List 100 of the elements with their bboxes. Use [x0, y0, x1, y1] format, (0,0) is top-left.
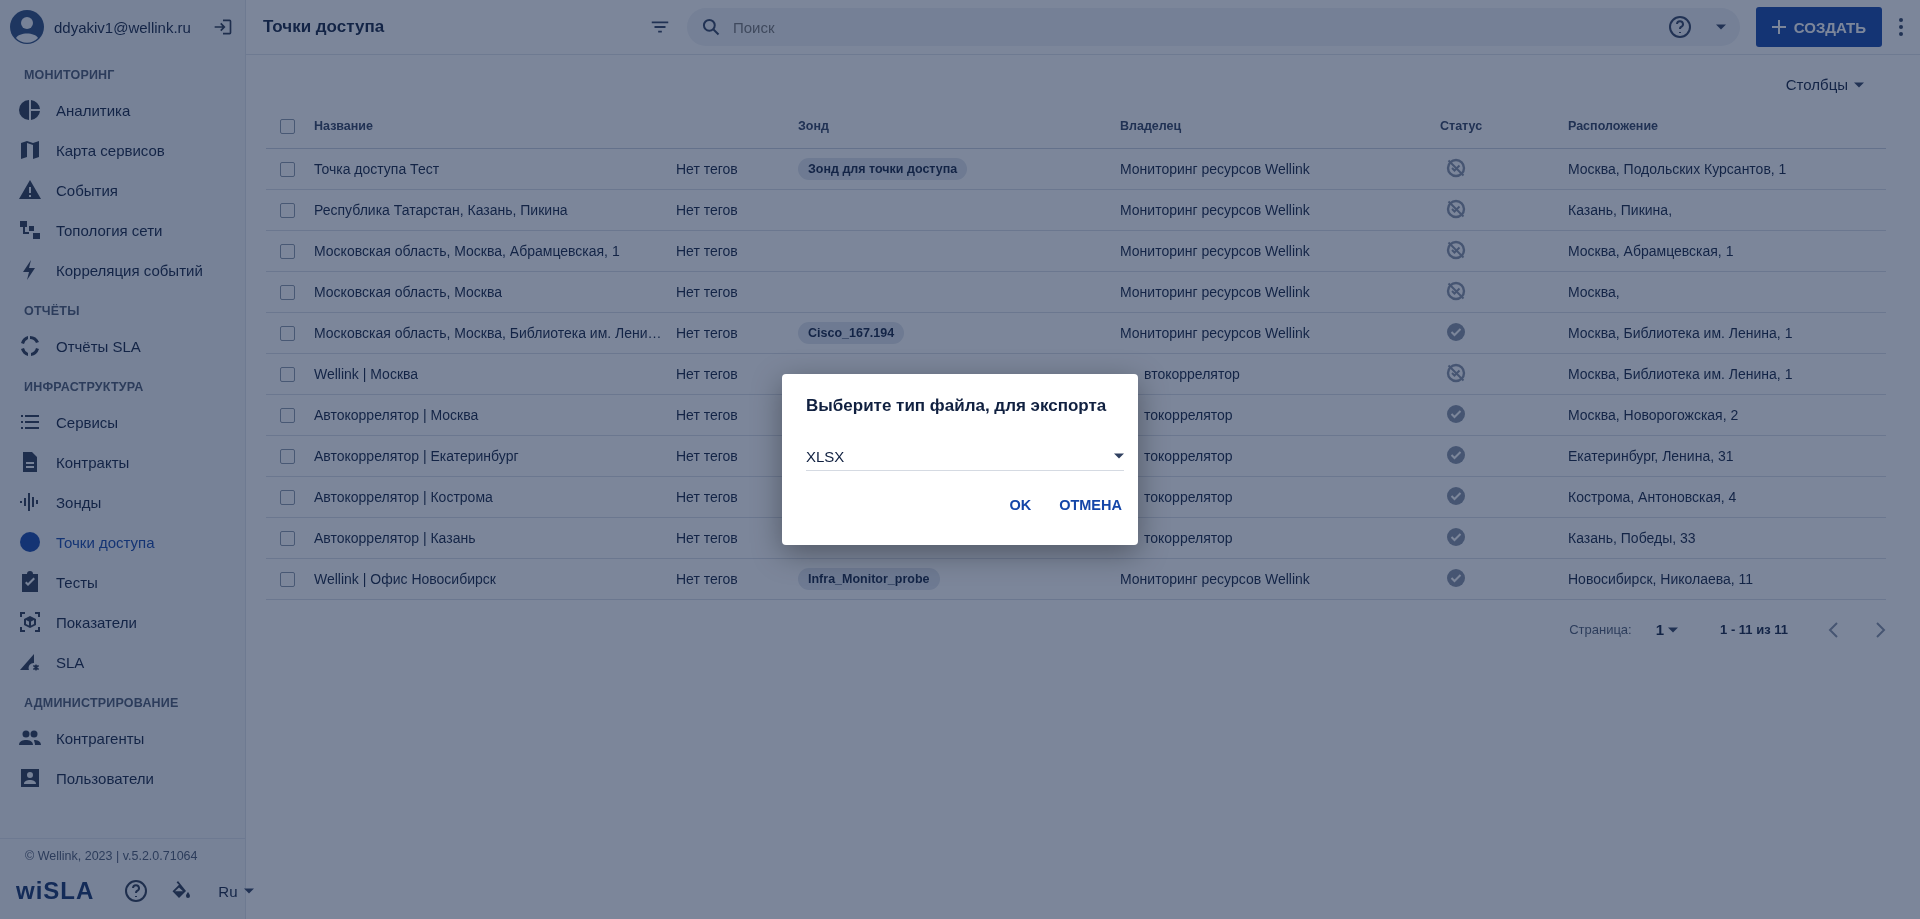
columns-dropdown[interactable]: Столбцы	[1779, 75, 1870, 94]
table-cell-text: Точка доступа Тест	[314, 161, 441, 177]
table-cell-text: Нет тегов	[676, 448, 739, 464]
table-cell-text: Казань, Пикина,	[1568, 202, 1674, 218]
dropdown-caret-icon	[1114, 453, 1124, 459]
table-cell-text: Москва, Абрамцевская, 1	[1568, 243, 1735, 259]
language-dropdown[interactable]: Ru	[212, 881, 260, 901]
sidebar-item[interactable]: Отчёты SLA	[0, 326, 245, 366]
sidebar-item[interactable]: Контракты	[0, 442, 245, 482]
avatar-icon[interactable]	[10, 10, 44, 44]
page-range: 1 - 11 из 11	[1720, 622, 1788, 637]
search-bar[interactable]: Поиск	[687, 8, 1740, 46]
row-checkbox[interactable]	[280, 325, 295, 341]
more-options-icon[interactable]	[1898, 17, 1904, 37]
table-cell-text: токоррелятор	[1143, 448, 1233, 464]
column-header[interactable]: Расположение	[1568, 119, 1886, 133]
table-cell-text: Wellink | Москва	[314, 366, 420, 382]
row-checkbox[interactable]	[280, 366, 295, 382]
section-heading: ОТЧЁТЫ	[23, 303, 81, 320]
table-cell: Мониторинг ресурсов Wellink	[1120, 325, 1310, 341]
table-cell-text: Нет тегов	[676, 407, 739, 423]
page-title: Точки доступа	[263, 17, 386, 37]
create-button[interactable]: СОЗДАТЬ	[1755, 7, 1882, 47]
table-cell-text: Нет тегов	[676, 161, 739, 177]
ring-icon	[18, 334, 42, 358]
search-field[interactable]: Поиск	[731, 17, 1658, 37]
pie-chart-icon	[18, 98, 42, 122]
row-checkbox[interactable]	[280, 407, 295, 423]
sidebar-item[interactable]: SLA	[0, 642, 245, 682]
search-icon	[701, 17, 721, 37]
table-cell-text: Нет тегов	[676, 530, 739, 546]
probe-tag: Infra_Monitor_probe	[798, 568, 940, 590]
chevron-left-icon[interactable]	[1828, 621, 1840, 638]
row-checkbox[interactable]	[280, 284, 295, 300]
file-type-select[interactable]: XLSX	[806, 442, 1124, 471]
warning-icon	[18, 178, 42, 202]
sidebar-item[interactable]: Корреляция событий	[0, 250, 245, 290]
sidebar-item[interactable]: Тесты	[0, 562, 245, 602]
table-cell: Мониторинг ресурсов Wellink	[1120, 284, 1310, 300]
dialog-button[interactable]: OK	[1007, 493, 1034, 517]
sidebar-item[interactable]: Точки доступа	[0, 522, 245, 562]
page-dropdown[interactable]: 1	[1649, 620, 1685, 639]
row-checkbox[interactable]	[280, 161, 295, 177]
row-checkbox[interactable]	[280, 202, 295, 218]
sidebar-item[interactable]: Сервисы	[0, 402, 245, 442]
help-icon[interactable]	[124, 879, 149, 903]
table-cell-text: Автокоррелятор | Екатеринбург	[314, 448, 520, 464]
table-cell-text: Москва, Подольских Курсантов, 1	[1568, 161, 1788, 177]
table-cell-text: Автокоррелятор | Москва	[314, 407, 480, 423]
table-cell-text: Московская область, Москва, Библиотека им. Лени…	[314, 325, 663, 341]
logo: wiSLA	[16, 877, 95, 905]
table-cell-text: Москва, Библиотека им. Ленина, 1	[1568, 366, 1794, 382]
sidebar-item[interactable]: Карта сервисов	[0, 130, 245, 170]
copyright-text: © Wellink, 2023 | v.5.2.0.71064	[0, 838, 245, 873]
column-header[interactable]: Зонд	[798, 119, 1120, 133]
caret-icon	[243, 888, 254, 894]
table-cell-text: Екатеринбург, Ленина, 31	[1568, 448, 1735, 464]
sidebar-item[interactable]: Топология сети	[0, 210, 245, 250]
table-cell-text: Новосибирск, Николаева, 11	[1568, 571, 1755, 587]
sidebar-item[interactable]: Показатели	[0, 602, 245, 642]
table-cell-text: Кострома, Антоновская, 4	[1568, 489, 1738, 505]
table-cell-text: Нет тегов	[676, 366, 739, 382]
sidebar-item[interactable]: Пользователи	[0, 758, 245, 798]
row-checkbox[interactable]	[280, 448, 295, 464]
table-cell-text: Wellink | Офис Новосибирск	[314, 571, 497, 587]
table-cell-text: Нет тегов	[676, 202, 739, 218]
sidebar-item[interactable]: Зонды	[0, 482, 245, 522]
help-icon[interactable]	[1667, 15, 1692, 39]
logout-icon[interactable]	[213, 17, 233, 37]
circle-icon	[18, 530, 42, 554]
table-cell-text: Нет тегов	[676, 571, 739, 587]
row-checkbox[interactable]	[280, 530, 295, 546]
row-checkbox[interactable]	[280, 243, 295, 259]
select-all-checkbox[interactable]	[280, 118, 295, 134]
caret-icon	[1668, 626, 1679, 633]
sidebar-item[interactable]: События	[0, 170, 245, 210]
table-cell-text: Московская область, Москва, Абрамцевская, 1	[314, 243, 621, 259]
table-cell-text: Москва, Новорогожская, 2	[1568, 407, 1740, 423]
column-header[interactable]: Статус	[1440, 119, 1568, 133]
table-cell-text: токоррелятор	[1143, 530, 1233, 546]
probe-tag: Зонд для точки доступа	[798, 158, 968, 180]
section-heading: МОНИТОРИНГ	[23, 67, 116, 84]
map-icon	[18, 138, 42, 162]
row-checkbox[interactable]	[280, 571, 295, 587]
chevron-right-icon[interactable]	[1874, 621, 1886, 638]
dialog-button[interactable]: ОТМЕНА	[1057, 493, 1124, 517]
dialog-title: Выберите тип файла, для экспорта	[806, 396, 1107, 416]
table-cell-text: Казань, Победы, 33	[1568, 530, 1697, 546]
table-cell: Мониторинг ресурсов Wellink	[1120, 161, 1310, 177]
table-cell: Мониторинг ресурсов Wellink	[1120, 243, 1310, 259]
column-header[interactable]: Название	[314, 119, 676, 133]
sidebar-item[interactable]: Контрагенты	[0, 718, 245, 758]
column-header[interactable]: Владелец	[1120, 119, 1440, 133]
topology-icon	[18, 218, 42, 242]
sidebar-item[interactable]: Аналитика	[0, 90, 245, 130]
table-cell-text: Московская область, Москва	[314, 284, 504, 300]
table-cell: Мониторинг ресурсов Wellink	[1120, 571, 1310, 587]
probe-tag: Cisco_167.194	[798, 322, 905, 344]
row-checkbox[interactable]	[280, 489, 295, 505]
section-heading: ИНФРАСТРУКТУРА	[23, 379, 145, 396]
